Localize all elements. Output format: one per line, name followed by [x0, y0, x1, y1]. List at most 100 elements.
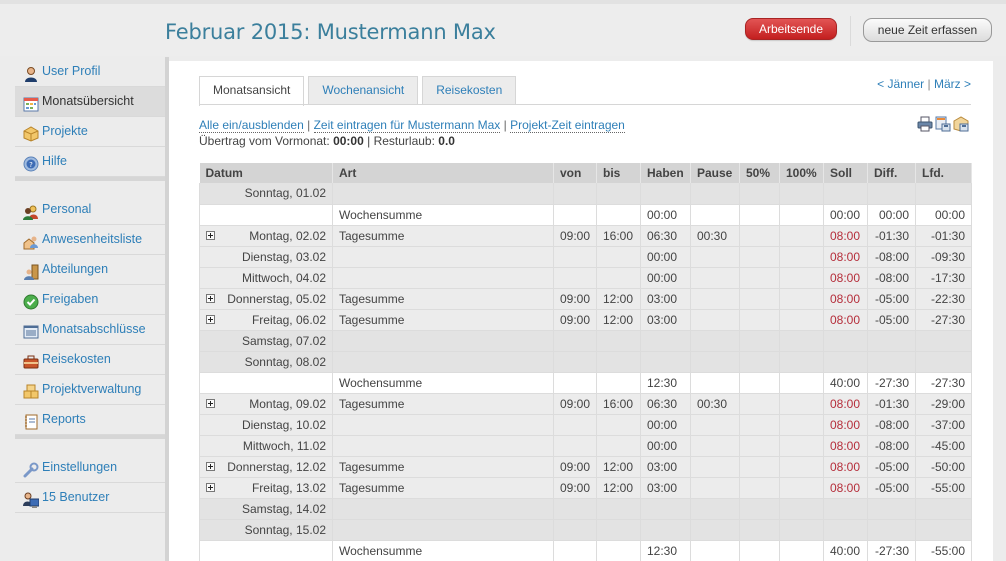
- date-label: Samstag, 07.02: [241, 333, 326, 348]
- table-row: Freitag, 06.02 Tagesumme 09:00 12:00 03:00 08…: [199, 309, 972, 331]
- sidebar-item-label: User Profil: [42, 64, 101, 78]
- date-cell: Donnerstag, 12.02: [199, 456, 333, 478]
- type-cell: Tagesumme: [332, 309, 554, 331]
- sidebar-item-monatsübersicht[interactable]: Monatsübersicht: [15, 87, 165, 117]
- sidebar-item-freigaben[interactable]: Freigaben: [15, 285, 165, 315]
- column-header[interactable]: Haben: [640, 163, 691, 183]
- from-cell: [553, 267, 597, 289]
- sidebar-item-user-profil[interactable]: User Profil: [15, 57, 165, 87]
- column-header[interactable]: Lfd.: [915, 163, 972, 183]
- column-header[interactable]: Datum: [199, 163, 333, 183]
- type-cell: [332, 435, 554, 457]
- report-icon: [23, 412, 39, 429]
- new-time-entry-button[interactable]: neue Zeit erfassen: [863, 18, 992, 42]
- sidebar-item-einstellungen[interactable]: Einstellungen: [15, 453, 165, 483]
- export-spreadsheet-icon[interactable]: [935, 116, 951, 132]
- tab-wochenansicht[interactable]: Wochenansicht: [308, 76, 419, 105]
- export-package-icon[interactable]: [953, 116, 969, 132]
- expand-icon[interactable]: [206, 398, 215, 408]
- column-header[interactable]: 50%: [739, 163, 780, 183]
- break-cell: [690, 183, 740, 205]
- sidebar-item-monatsabschlüsse[interactable]: Monatsabschlüsse: [15, 315, 165, 345]
- from-cell: [553, 435, 597, 457]
- sidebar-item-personal[interactable]: Personal: [15, 195, 165, 225]
- date-cell: Mittwoch, 11.02: [199, 435, 333, 457]
- tab-monatsansicht[interactable]: Monatsansicht: [199, 76, 305, 106]
- enter-project-time-link[interactable]: Projekt-Zeit eintragen: [510, 118, 625, 133]
- overtime50-cell: [739, 519, 780, 541]
- from-cell: [553, 351, 597, 373]
- toggle-all-link[interactable]: Alle ein/ausblenden: [199, 118, 304, 133]
- date-label: Montag, 09.02: [249, 396, 326, 411]
- date-cell: Samstag, 14.02: [199, 498, 333, 520]
- running-total-cell: -22:30: [915, 288, 972, 310]
- diff-cell: -05:00: [867, 477, 916, 499]
- from-cell: 09:00: [553, 456, 597, 478]
- sidebar-item-projekte[interactable]: Projekte: [15, 117, 165, 147]
- from-cell: [553, 519, 597, 541]
- end-work-button[interactable]: Arbeitsende: [745, 18, 837, 40]
- target-cell: 08:00: [823, 246, 868, 268]
- column-header[interactable]: von: [553, 163, 597, 183]
- break-cell: [690, 540, 740, 561]
- break-cell: [690, 456, 740, 478]
- type-cell: Tagesumme: [332, 477, 554, 499]
- next-month-link[interactable]: März >: [934, 77, 971, 91]
- column-header[interactable]: Pause: [690, 163, 740, 183]
- sidebar-item-15-benutzer[interactable]: 15 Benutzer: [15, 483, 165, 513]
- print-icon[interactable]: [917, 116, 933, 132]
- break-cell: [690, 330, 740, 352]
- worked-cell: 00:00: [640, 267, 691, 289]
- sidebar-separator: [15, 177, 165, 181]
- column-header[interactable]: Diff.: [867, 163, 916, 183]
- prev-month-link[interactable]: < Jänner: [877, 77, 924, 91]
- target-cell: 08:00: [823, 393, 868, 415]
- to-cell: [596, 267, 641, 289]
- running-total-cell: [915, 330, 972, 352]
- running-total-cell: -45:00: [915, 435, 972, 457]
- column-header[interactable]: Art: [332, 163, 554, 183]
- sidebar-item-hilfe[interactable]: ? Hilfe: [15, 147, 165, 177]
- expand-icon[interactable]: [206, 482, 215, 492]
- overtime100-cell: [779, 393, 824, 415]
- sidebar-item-reports[interactable]: Reports: [15, 405, 165, 435]
- sidebar-item-abteilungen[interactable]: Abteilungen: [15, 255, 165, 285]
- from-cell: 09:00: [553, 309, 597, 331]
- date-cell: Donnerstag, 05.02: [199, 288, 333, 310]
- running-total-cell: -17:30: [915, 267, 972, 289]
- sidebar-item-anwesenheitsliste[interactable]: Anwesenheitsliste: [15, 225, 165, 255]
- overtime100-cell: [779, 204, 824, 226]
- table-row: Sonntag, 08.02: [199, 351, 972, 373]
- from-cell: 09:00: [553, 393, 597, 415]
- worked-cell: 12:30: [640, 372, 691, 394]
- to-cell: [596, 204, 641, 226]
- type-cell: Tagesumme: [332, 393, 554, 415]
- expand-icon[interactable]: [206, 461, 215, 471]
- sidebar-item-label: Freigaben: [42, 292, 99, 306]
- to-cell: 16:00: [596, 393, 641, 415]
- sidebar-item-label: Reports: [42, 412, 86, 426]
- view-tabs: Monatsansicht Wochenansicht Reisekosten: [199, 76, 520, 106]
- vacation-label: | Resturlaub:: [367, 134, 435, 148]
- sidebar-item-label: Abteilungen: [42, 262, 109, 276]
- column-header[interactable]: Soll: [823, 163, 868, 183]
- column-header[interactable]: 100%: [779, 163, 824, 183]
- wrench-icon: [23, 460, 39, 477]
- from-cell: 09:00: [553, 477, 597, 499]
- expand-icon[interactable]: [206, 314, 215, 324]
- break-cell: [690, 288, 740, 310]
- expand-icon[interactable]: [206, 230, 215, 240]
- break-cell: [690, 351, 740, 373]
- tab-reisekosten[interactable]: Reisekosten: [422, 76, 517, 105]
- enter-time-link[interactable]: Zeit eintragen für Mustermann Max: [313, 118, 501, 133]
- sidebar-item-projektverwaltung[interactable]: Projektverwaltung: [15, 375, 165, 405]
- to-cell: [596, 183, 641, 205]
- action-links: Alle ein/ausblenden | Zeit eintragen für…: [199, 118, 625, 133]
- carryover-value: 00:00: [333, 134, 364, 148]
- to-cell: [596, 372, 641, 394]
- sidebar: User Profil Monatsübersicht Projekte? Hilfe…: [15, 57, 165, 513]
- sidebar-item-reisekosten[interactable]: Reisekosten: [15, 345, 165, 375]
- expand-icon[interactable]: [206, 293, 215, 303]
- column-header[interactable]: bis: [596, 163, 641, 183]
- type-cell: [332, 414, 554, 436]
